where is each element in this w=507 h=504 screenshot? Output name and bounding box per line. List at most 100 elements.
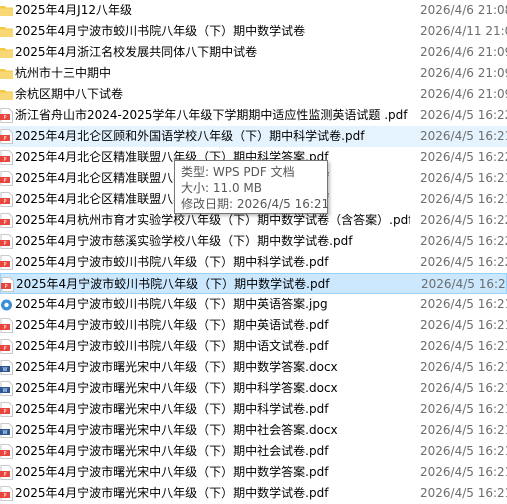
file-date: 2026/4/5 16:21 xyxy=(420,192,507,206)
folder-icon xyxy=(0,45,13,60)
svg-text:P: P xyxy=(3,493,6,499)
folder-icon xyxy=(0,24,13,39)
file-date: 2026/4/5 16:21 xyxy=(420,465,507,479)
file-date: 2026/4/5 16:21 xyxy=(420,171,507,185)
word-icon: W xyxy=(0,360,13,375)
file-name: 2025年4月宁波市曙光宋中八年级（下）期中科学试卷.pdf xyxy=(15,402,329,416)
file-row[interactable]: 2025年4月J12八年级 2026/4/6 21:08 xyxy=(0,0,507,21)
file-info-tooltip: 类型: WPS PDF 文档 大小: 11.0 MB 修改日期: 2026/4/… xyxy=(174,160,330,214)
file-name: 2025年4月J12八年级 xyxy=(15,3,132,17)
file-name: 2025年4月宁波市慈溪实验学校八年级（下）期中数学试卷.pdf xyxy=(15,234,353,248)
file-date: 2026/4/5 16:21 xyxy=(420,360,507,374)
pdf-icon: P xyxy=(0,255,13,270)
svg-text:P: P xyxy=(3,409,6,415)
file-date: 2026/4/5 16:21 xyxy=(420,381,507,395)
file-row[interactable]: P 2025年4月宁波市蛟川书院八年级（下）期中科学试卷.pdf 2026/4/… xyxy=(0,252,507,273)
file-name: 2025年4月宁波市曙光宋中八年级（下）期中科学答案.docx xyxy=(15,381,338,395)
folder-icon xyxy=(0,3,13,18)
pdf-icon: P xyxy=(0,171,13,186)
file-row[interactable]: W 2025年4月宁波市曙光宋中八年级（下）期中科学答案.docx 2026/4… xyxy=(0,378,507,399)
file-date: 2026/4/5 16:21 xyxy=(420,423,507,437)
pdf-icon: P xyxy=(0,150,13,165)
file-name: 2025年4月宁波市曙光宋中八年级（下）期中社会试卷.pdf xyxy=(15,444,329,458)
file-row[interactable]: P 2025年4月宁波市蛟川书院八年级（下）期中语文试卷.pdf 2026/4/… xyxy=(0,336,507,357)
file-row[interactable]: W 2025年4月宁波市曙光宋中八年级（下）期中社会答案.docx 2026/4… xyxy=(0,420,507,441)
tooltip-modified: 修改日期: 2026/4/5 16:21 xyxy=(181,197,330,211)
svg-text:P: P xyxy=(3,136,6,142)
file-row[interactable]: P 2025年4月宁波市曙光宋中八年级（下）期中数学答案.pdf 2026/4/… xyxy=(0,462,507,483)
file-row[interactable]: P 2025年4月宁波市曙光宋中八年级（下）期中社会试卷.pdf 2026/4/… xyxy=(0,441,507,462)
file-date: 2026/4/5 16:21 xyxy=(420,318,507,332)
file-row-hovered[interactable]: P 2025年4月北仑区顾和外国语学校八年级（下）期中科学试卷.pdf 2026… xyxy=(0,126,507,147)
folder-icon xyxy=(0,87,13,102)
file-row[interactable]: 2025年4月宁波市蛟川书院八年级（下）期中数学试卷 2026/4/11 21:… xyxy=(0,21,507,42)
file-date: 2026/4/5 16:22 xyxy=(420,255,507,269)
word-icon: W xyxy=(0,423,13,438)
pdf-icon: P xyxy=(0,192,13,207)
file-row[interactable]: W 2025年4月宁波市曙光宋中八年级（下）期中数学答案.docx 2026/4… xyxy=(0,357,507,378)
svg-text:W: W xyxy=(3,367,8,373)
svg-text:P: P xyxy=(3,199,6,205)
pdf-icon: P xyxy=(1,277,14,292)
file-date: 2026/4/5 16:21 xyxy=(420,444,507,458)
svg-text:P: P xyxy=(3,178,6,184)
file-row[interactable]: P 2025年4月宁波市蛟川书院八年级（下）期中英语试卷.pdf 2026/4/… xyxy=(0,315,507,336)
file-date: 2026/4/6 21:09 xyxy=(420,45,507,59)
svg-text:P: P xyxy=(3,220,6,226)
file-row[interactable]: 2025年4月宁波市蛟川书院八年级（下）期中英语答案.jpg 2026/4/5 … xyxy=(0,294,507,315)
pdf-icon: P xyxy=(0,444,13,459)
file-name: 2025年4月宁波市蛟川书院八年级（下）期中英语试卷.pdf xyxy=(15,318,329,332)
pdf-icon: P xyxy=(0,339,13,354)
tooltip-size: 大小: 11.0 MB xyxy=(181,181,262,195)
file-date: 2026/4/5 16:21 xyxy=(421,277,507,291)
word-icon: W xyxy=(0,381,13,396)
file-name: 2025年4月宁波市蛟川书院八年级（下）期中数学试卷.pdf xyxy=(16,277,330,291)
file-row[interactable]: P 2025年4月宁波市曙光宋中八年级（下）期中科学试卷.pdf 2026/4/… xyxy=(0,399,507,420)
file-date: 2026/4/5 16:22 xyxy=(420,108,507,122)
file-row[interactable]: P 浙江省舟山市2024-2025学年八年级下学期期中适应性监测英语试题 .pd… xyxy=(0,105,507,126)
file-name: 余杭区期中八下试卷 xyxy=(15,87,124,101)
svg-text:P: P xyxy=(3,157,6,163)
file-name: 杭州市十三中期中 xyxy=(15,66,112,80)
file-date: 2026/4/5 16:22 xyxy=(420,213,507,227)
file-date: 2026/4/5 16:22 xyxy=(420,150,507,164)
pdf-icon: P xyxy=(0,108,13,123)
file-name: 2025年4月宁波市曙光宋中八年级（下）期中数学试卷.pdf xyxy=(15,486,329,500)
file-name: 2025年4月宁波市曙光宋中八年级（下）期中社会答案.docx xyxy=(15,423,338,437)
svg-text:P: P xyxy=(3,115,6,121)
file-row[interactable]: 杭州市十三中期中 2026/4/6 21:09 xyxy=(0,63,507,84)
svg-text:P: P xyxy=(3,472,6,478)
svg-text:W: W xyxy=(3,388,8,394)
file-row-selected[interactable]: P 2025年4月宁波市蛟川书院八年级（下）期中数学试卷.pdf 2026/4/… xyxy=(0,273,507,294)
folder-icon xyxy=(0,66,13,81)
file-date: 2026/4/11 21:0 xyxy=(420,24,507,38)
file-date: 2026/4/5 16:21 xyxy=(420,129,507,143)
file-date: 2026/4/6 21:08 xyxy=(420,3,507,17)
svg-text:W: W xyxy=(3,430,8,436)
file-name: 2025年4月宁波市蛟川书院八年级（下）期中数学试卷 xyxy=(15,24,306,38)
file-name: 2025年4月宁波市蛟川书院八年级（下）期中英语答案.jpg xyxy=(15,297,328,311)
file-name: 2025年4月宁波市蛟川书院八年级（下）期中科学试卷.pdf xyxy=(15,255,329,269)
pdf-icon: P xyxy=(0,318,13,333)
pdf-icon: P xyxy=(0,465,13,480)
pdf-icon: P xyxy=(0,213,13,228)
svg-text:P: P xyxy=(3,262,6,268)
file-row[interactable]: P 2025年4月宁波市曙光宋中八年级（下）期中数学试卷.pdf 2026/4/… xyxy=(0,483,507,504)
svg-text:P: P xyxy=(3,451,6,457)
file-row[interactable]: 余杭区期中八下试卷 2026/4/6 21:09 xyxy=(0,84,507,105)
file-name: 2025年4月宁波市曙光宋中八年级（下）期中数学答案.pdf xyxy=(15,465,329,479)
file-row[interactable]: P 2025年4月宁波市慈溪实验学校八年级（下）期中数学试卷.pdf 2026/… xyxy=(0,231,507,252)
pdf-icon: P xyxy=(0,402,13,417)
file-date: 2026/4/5 16:21 xyxy=(420,486,507,500)
file-date: 2026/4/6 21:09 xyxy=(420,87,507,101)
file-date: 2026/4/5 16:22 xyxy=(420,234,507,248)
file-name: 2025年4月北仑区顾和外国语学校八年级（下）期中科学试卷.pdf xyxy=(15,129,365,143)
file-name: 2025年4月宁波市蛟川书院八年级（下）期中语文试卷.pdf xyxy=(15,339,329,353)
file-date: 2026/4/5 16:21 xyxy=(420,339,507,353)
file-row[interactable]: 2025年4月浙江名校发展共同体八下期中试卷 2026/4/6 21:09 xyxy=(0,42,507,63)
file-name: 2025年4月杭州市育才实验学校八年级（下）期中数学试卷（含答案）.pdf xyxy=(15,213,410,227)
file-name: 浙江省舟山市2024-2025学年八年级下学期期中适应性监测英语试题 .pdf xyxy=(15,108,408,122)
pdf-icon: P xyxy=(0,129,13,144)
tooltip-type: 类型: WPS PDF 文档 xyxy=(181,165,295,179)
svg-text:P: P xyxy=(3,346,6,352)
